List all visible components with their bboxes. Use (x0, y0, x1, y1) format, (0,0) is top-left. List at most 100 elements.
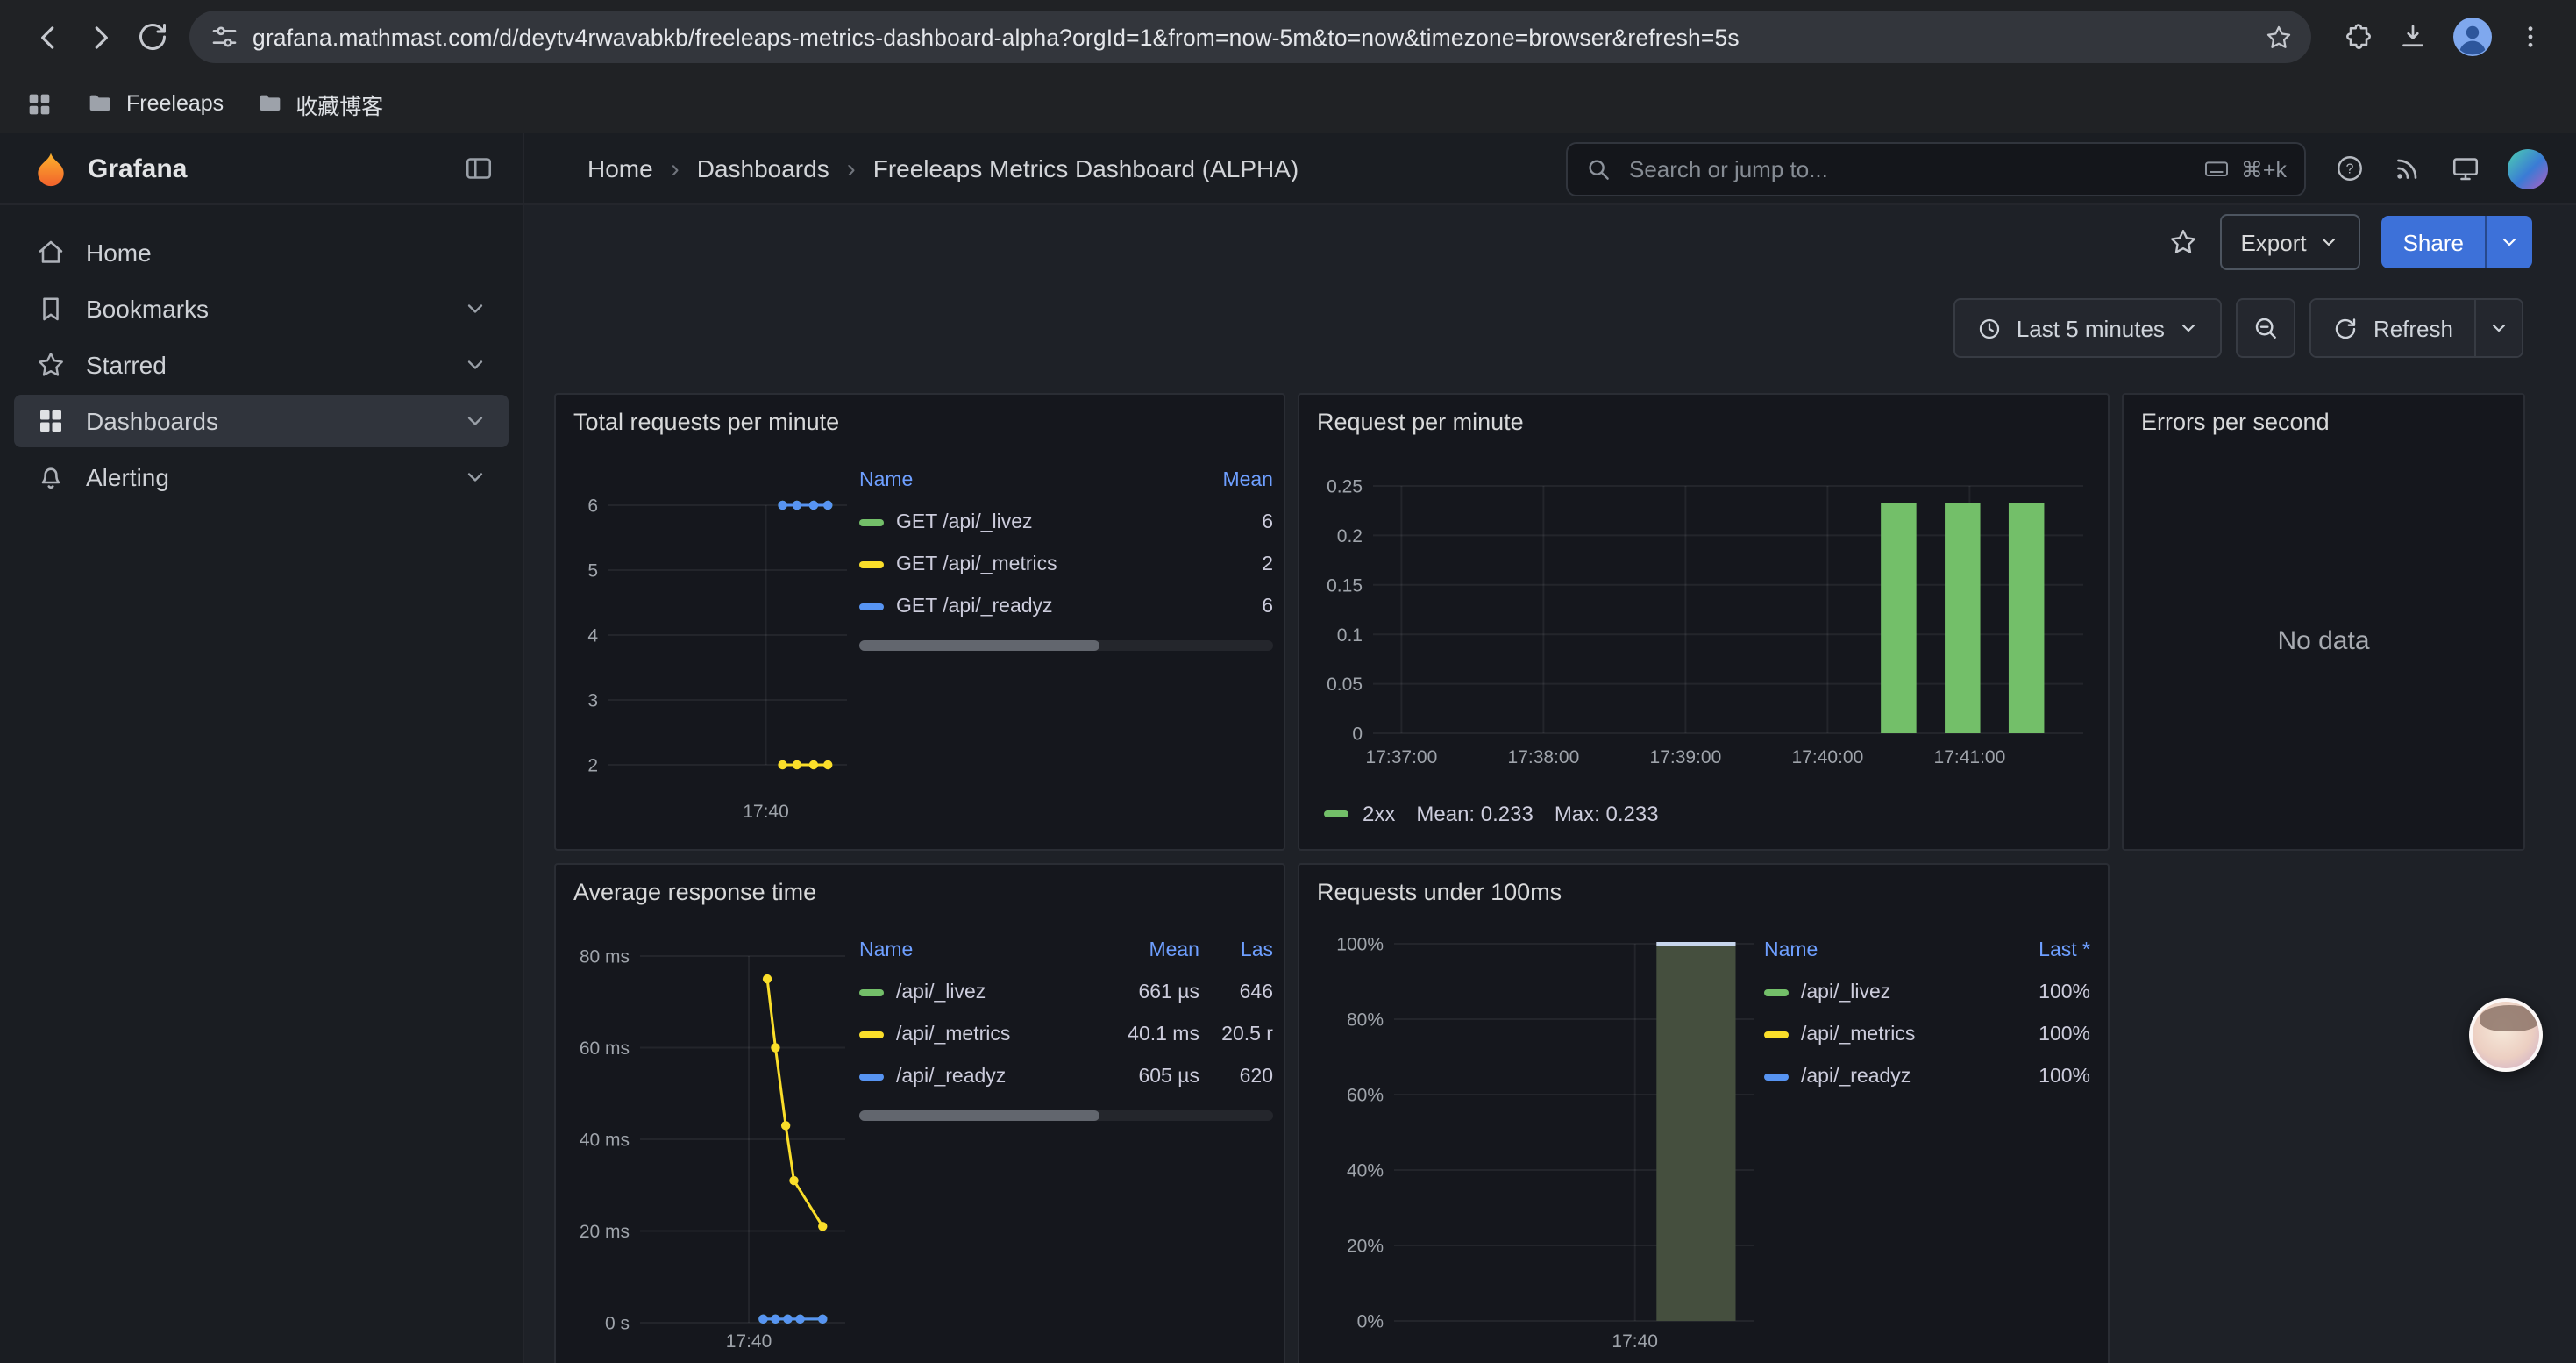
no-data-message: No data (2138, 446, 2509, 835)
series-color-swatch (1764, 1031, 1789, 1038)
breadcrumb-home[interactable]: Home (587, 154, 653, 182)
zoom-out-button[interactable] (2237, 298, 2296, 358)
legend-header-last-[interactable]: Last * (1992, 940, 2090, 961)
series-name[interactable]: GET /api/_readyz (896, 596, 1053, 617)
reload-button[interactable] (126, 11, 179, 63)
time-range-picker[interactable]: Last 5 minutes (1953, 298, 2223, 358)
bookmark-star-icon[interactable] (2264, 22, 2294, 52)
series-name[interactable]: 2xx (1363, 802, 1395, 826)
series-name[interactable]: /api/_metrics (896, 1024, 1010, 1045)
chevron-down-icon[interactable] (463, 353, 487, 377)
bookmark-folder-freeleaps[interactable]: Freeleaps (86, 89, 224, 118)
bookmark-folder-blogs[interactable]: 收藏博客 (255, 87, 383, 120)
series-value: 6 (1196, 512, 1273, 533)
floating-avatar-overlay[interactable] (2469, 998, 2543, 1072)
legend-scrollbar[interactable] (859, 1110, 1273, 1121)
series-name[interactable]: GET /api/_livez (896, 512, 1033, 533)
breadcrumb-dashboards[interactable]: Dashboards (697, 154, 829, 182)
legend-header-mean[interactable]: Mean (1098, 940, 1199, 961)
chevron-down-icon[interactable] (463, 409, 487, 433)
help-icon[interactable]: ? (2334, 153, 2366, 184)
url-text[interactable]: grafana.mathmast.com/d/deytv4rwavabkb/fr… (253, 24, 2246, 50)
panel-title[interactable]: Request per minute (1313, 405, 2094, 446)
series-value: 605 µs (1098, 1067, 1199, 1088)
legend-scrollbar[interactable] (859, 640, 1273, 651)
timeseries-chart[interactable]: 80 ms60 ms40 ms20 ms0 s17:40 (570, 916, 859, 1363)
user-avatar[interactable] (2508, 148, 2548, 189)
chrome-profile-avatar[interactable] (2451, 16, 2494, 58)
search-shortcut: ⌘+k (2202, 154, 2287, 182)
grafana-logo[interactable] (32, 149, 70, 188)
panel-title[interactable]: Total requests per minute (570, 405, 1270, 446)
svg-text:17:40: 17:40 (1612, 1331, 1658, 1351)
legend-row: /api/_livez 100% (1764, 972, 2090, 1014)
timeseries-chart[interactable]: 6543217:40 (570, 446, 859, 835)
monitor-icon[interactable] (2450, 153, 2481, 184)
series-name[interactable]: /api/_metrics (1801, 1024, 1915, 1045)
series-color-swatch (1324, 810, 1348, 817)
legend-table: NameMeanLas/api/_livez661 µs646/api/_met… (859, 930, 1273, 1098)
dashboard-toolbar: Export Share (524, 205, 2576, 279)
legend-scrollbar-thumb[interactable] (859, 1110, 1099, 1121)
sidebar-nav: Home Bookmarks Starred Dashboards (0, 205, 523, 503)
chevron-down-icon[interactable] (463, 465, 487, 489)
legend-header-row: NameLast * (1764, 930, 2090, 972)
refresh-interval-dropdown[interactable] (2474, 300, 2522, 356)
svg-text:60 ms: 60 ms (580, 1038, 630, 1059)
panel-requests-under-100ms: Requests under 100ms 100%80%60%40%20%0%1… (1298, 863, 2110, 1363)
refresh-button[interactable]: Refresh (2312, 300, 2474, 356)
panel-title[interactable]: Requests under 100ms (1313, 875, 2094, 916)
svg-text:0: 0 (1352, 724, 1363, 745)
share-split-button: Share (2382, 216, 2532, 268)
svg-text:60%: 60% (1347, 1086, 1384, 1106)
series-name[interactable]: /api/_livez (1801, 982, 1890, 1003)
series-name[interactable]: /api/_livez (896, 982, 986, 1003)
legend-row: /api/_metrics100% (1764, 1014, 2090, 1056)
rss-icon[interactable] (2392, 153, 2423, 184)
panel-title[interactable]: Errors per second (2138, 405, 2509, 446)
sidebar-item-home[interactable]: Home (14, 226, 509, 279)
dashboard-star-icon[interactable] (2167, 226, 2198, 258)
svg-text:0.2: 0.2 (1337, 526, 1363, 546)
bar-chart[interactable]: 0.250.20.150.10.05017:37:0017:38:0017:39… (1313, 446, 2094, 795)
legend-header-las[interactable]: Las (1199, 940, 1273, 961)
legend-scrollbar-thumb[interactable] (859, 640, 1099, 651)
menu-dots-icon[interactable] (2516, 23, 2544, 51)
legend-header-name[interactable]: Name (859, 940, 1098, 961)
chevron-down-icon[interactable] (463, 296, 487, 321)
legend-header-name[interactable]: Name (1764, 940, 1992, 961)
export-button[interactable]: Export (2219, 214, 2360, 270)
sidebar-item-dashboards[interactable]: Dashboards (14, 395, 509, 447)
collapse-sidebar-icon[interactable] (463, 153, 495, 184)
extensions-icon[interactable] (2343, 21, 2374, 53)
sidebar-header: Grafana (0, 133, 523, 205)
site-controls-icon[interactable] (210, 23, 238, 51)
apps-grid-icon[interactable] (25, 89, 54, 118)
svg-text:0.05: 0.05 (1327, 674, 1363, 695)
time-controls: Last 5 minutes Refresh (524, 300, 2576, 356)
search-box[interactable]: ⌘+k (1566, 141, 2306, 196)
back-button[interactable] (21, 11, 74, 63)
panel-errors-per-second: Errors per second No data (2122, 393, 2525, 851)
panel-average-response-time: Average response time 80 ms60 ms40 ms20 … (554, 863, 1285, 1363)
series-name[interactable]: /api/_readyz (1801, 1067, 1911, 1088)
legend-header-name[interactable]: Name (859, 470, 1196, 491)
legend-header-mean[interactable]: Mean (1196, 470, 1273, 491)
svg-text:0.15: 0.15 (1327, 575, 1363, 596)
forward-button[interactable] (74, 11, 126, 63)
share-button[interactable]: Share (2382, 216, 2485, 268)
series-name[interactable]: GET /api/_metrics (896, 554, 1057, 575)
sidebar-item-starred[interactable]: Starred (14, 339, 509, 391)
share-dropdown-button[interactable] (2485, 216, 2532, 268)
url-bar[interactable]: grafana.mathmast.com/d/deytv4rwavabkb/fr… (189, 11, 2311, 63)
refresh-sync-icon (2333, 315, 2359, 341)
download-icon[interactable] (2397, 21, 2429, 53)
sidebar-item-bookmarks[interactable]: Bookmarks (14, 282, 509, 335)
sidebar-item-alerting[interactable]: Alerting (14, 451, 509, 503)
series-value: 100% (1992, 982, 2090, 1003)
bar-chart[interactable]: 100%80%60%40%20%0%17:40 (1313, 916, 1764, 1363)
svg-text:40%: 40% (1347, 1161, 1384, 1181)
panel-title[interactable]: Average response time (570, 875, 1270, 916)
series-name[interactable]: /api/_readyz (896, 1067, 1006, 1088)
search-input[interactable] (1626, 153, 2188, 183)
